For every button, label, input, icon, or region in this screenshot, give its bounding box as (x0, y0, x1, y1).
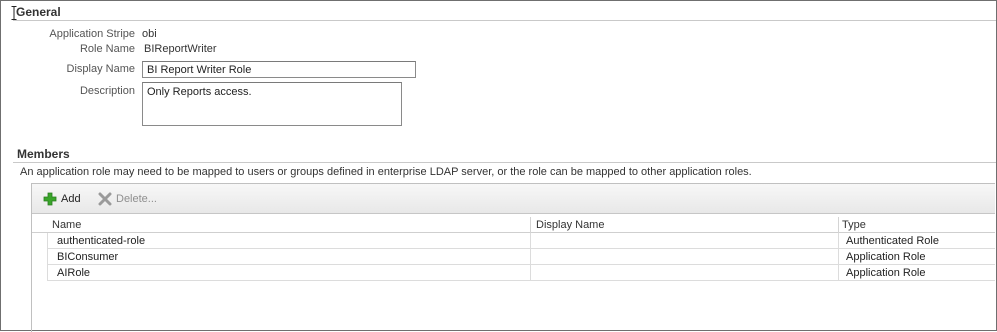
display-name-label: Display Name (66, 63, 135, 75)
row-type: Application Role (846, 267, 926, 279)
table-row[interactable]: BIConsumer Application Role (47, 249, 995, 265)
column-header-type[interactable]: Type (842, 219, 866, 231)
cell-divider (530, 249, 531, 265)
display-name-input[interactable] (142, 61, 416, 78)
members-description: An application role may need to be mappe… (20, 166, 752, 178)
row-type: Application Role (846, 251, 926, 263)
cell-divider (838, 233, 839, 249)
column-header-display-name[interactable]: Display Name (536, 219, 604, 231)
row-left-border (47, 233, 48, 249)
delete-x-icon (98, 192, 112, 206)
row-left-border (47, 265, 48, 281)
delete-member-button[interactable]: Delete... (98, 190, 157, 208)
row-name: BIConsumer (57, 251, 119, 263)
row-stub (32, 233, 47, 249)
description-label: Description (79, 85, 135, 97)
row-name: authenticated-role (57, 235, 146, 247)
cell-divider (838, 265, 839, 281)
role-name-value: BIReportWriter (144, 43, 217, 55)
cell-divider (530, 233, 531, 249)
column-divider (838, 217, 839, 233)
cell-divider (530, 265, 531, 281)
members-table-header: Name Display Name Type (32, 217, 995, 233)
row-name: AIRole (57, 267, 91, 279)
application-role-page: General Application Stripe obi Role Name… (0, 0, 997, 332)
row-stub (32, 249, 47, 265)
plus-icon (43, 192, 57, 206)
table-row[interactable]: AIRole Application Role (47, 265, 995, 281)
add-button-label: Add (61, 193, 81, 205)
members-divider (13, 162, 996, 163)
role-name-label: Role Name (79, 43, 135, 55)
description-textarea[interactable]: Only Reports access. (142, 82, 402, 126)
delete-button-label: Delete... (116, 193, 157, 205)
general-section-title: General (16, 5, 61, 19)
row-type: Authenticated Role (846, 235, 939, 247)
column-divider (530, 217, 531, 233)
members-toolbar: Add Delete... (32, 184, 995, 214)
add-member-button[interactable]: Add (43, 190, 81, 208)
application-stripe-label: Application Stripe (49, 28, 135, 40)
members-section-title: Members (17, 147, 70, 161)
cell-divider (838, 249, 839, 265)
application-stripe-value: obi (142, 28, 157, 40)
general-divider (13, 20, 996, 21)
row-left-border (47, 249, 48, 265)
table-row[interactable]: authenticated-role Authenticated Role (47, 233, 995, 249)
row-stub (32, 265, 47, 281)
column-header-name[interactable]: Name (52, 219, 81, 231)
